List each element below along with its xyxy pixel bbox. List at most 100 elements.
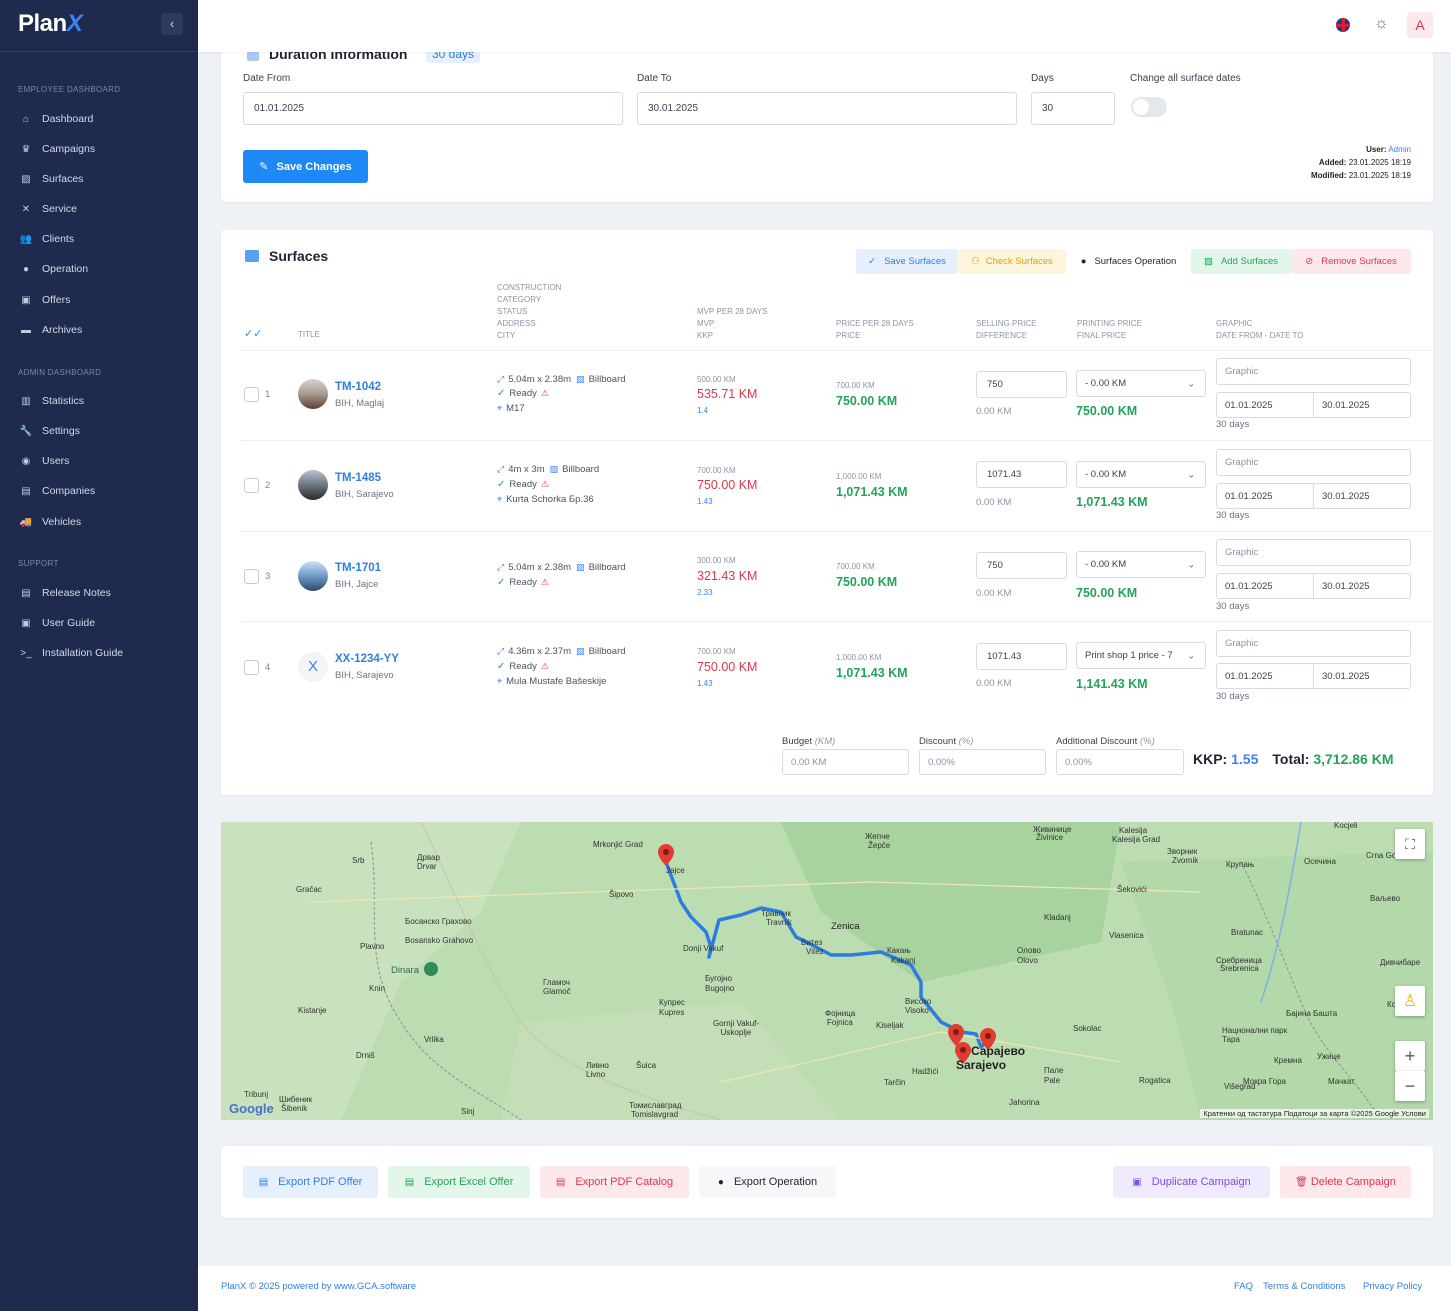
surface-category: Billboard [562, 464, 600, 475]
save-changes-button[interactable]: ✎ Save Changes [243, 150, 368, 183]
discount-input[interactable]: 0.00% [919, 749, 1046, 775]
sun-icon[interactable]: ☼ [1374, 15, 1389, 33]
sidebar-item-offers[interactable]: ▣ Offers [18, 292, 70, 308]
date-from-input[interactable]: 01.01.2025 [243, 92, 623, 125]
topbar: ☼ A [198, 0, 1451, 52]
sidebar-item-dashboard[interactable]: ⌂ Dashboard [18, 111, 93, 127]
delete-campaign-button[interactable]: 🗑 Delete Campaign [1280, 1166, 1411, 1198]
row-date-to-input[interactable]: 30.01.2025 [1313, 573, 1411, 599]
sidebar-item-clients[interactable]: 👥 Clients [18, 231, 74, 247]
save-surfaces-button[interactable]: ✓ Save Surfaces [856, 249, 958, 274]
date-to-input[interactable]: 30.01.2025 [637, 92, 1017, 125]
row-checkbox[interactable] [244, 569, 259, 584]
footer-terms-link[interactable]: Terms & Conditions [1263, 1281, 1345, 1292]
selling-price-input[interactable]: 750 [976, 552, 1067, 579]
sidebar-item-users[interactable]: ◉ Users [18, 453, 70, 469]
sidebar-item-statistics[interactable]: ▥ Statistics [18, 393, 84, 409]
zoom-in-button[interactable]: + [1395, 1041, 1425, 1071]
sidebar-item-archives[interactable]: ▬ Archives [18, 322, 82, 338]
printing-price-select[interactable]: - 0.00 KM ⌄ [1076, 461, 1206, 488]
duplicate-campaign-button[interactable]: ▣ Duplicate Campaign [1113, 1166, 1270, 1198]
status-line: ✓ Ready ⚠ [497, 388, 549, 399]
graphic-input[interactable]: Graphic [1216, 539, 1411, 566]
printing-price-select[interactable]: - 0.00 KM ⌄ [1076, 370, 1206, 397]
graphic-input[interactable]: Graphic [1216, 630, 1411, 657]
surface-id-link[interactable]: TM-1701 [335, 562, 381, 574]
row-date-to-input[interactable]: 30.01.2025 [1313, 663, 1411, 689]
remove-surfaces-button[interactable]: ⊘ Remove Surfaces [1291, 249, 1411, 274]
sidebar-item-installation-guide[interactable]: >_ Installation Guide [18, 645, 123, 661]
export-pdf-offer-button[interactable]: ▤ Export PDF Offer [243, 1166, 378, 1198]
add-surfaces-button[interactable]: ▨ Add Surfaces [1191, 249, 1291, 274]
sidebar-item-user-guide[interactable]: ▣ User Guide [18, 615, 95, 631]
footer-copyright[interactable]: PlanX © 2025 powered by www.GCA.software [221, 1281, 416, 1292]
sidebar-item-operation[interactable]: ● Operation [18, 261, 88, 277]
row-date-from-input[interactable]: 01.01.2025 [1216, 392, 1314, 418]
export-operation-button[interactable]: ● Export Operation [699, 1166, 836, 1198]
fullscreen-button[interactable]: ⛶ [1395, 829, 1425, 859]
additional-discount-input[interactable]: 0.00% [1056, 749, 1184, 775]
sidebar-item-surfaces[interactable]: ▨ Surfaces [18, 171, 83, 187]
totals: KKP: 1.55 Total: 3,712.86 KM [1193, 751, 1394, 767]
check-surfaces-button[interactable]: ⚇ Check Surfaces [958, 249, 1066, 274]
map-label: Vrlika [424, 1035, 444, 1044]
planx-logo[interactable]: PlanX [18, 10, 83, 38]
selling-price-input[interactable]: 1071.43 [976, 461, 1067, 488]
map-label: Donji Vakuf [683, 944, 724, 953]
sidebar-item-vehicles[interactable]: 🚚 Vehicles [18, 514, 81, 530]
footer-privacy-link[interactable]: Privacy Policy [1363, 1281, 1422, 1292]
avatar[interactable]: A [1407, 12, 1433, 38]
row-date-to-input[interactable]: 30.01.2025 [1313, 483, 1411, 509]
row-days: 30 days [1216, 510, 1250, 521]
row-date-to-input[interactable]: 30.01.2025 [1313, 392, 1411, 418]
book-icon: ▣ [21, 617, 31, 629]
header-construction: CONSTRUCTION CATEGORY STATUS ADDRESS CIT… [497, 282, 561, 342]
footer-faq-link[interactable]: FAQ [1234, 1281, 1253, 1292]
surface-id-link[interactable]: XX-1234-YY [335, 653, 399, 665]
sidebar-item-release-notes[interactable]: ▤ Release Notes [18, 585, 111, 601]
row-date-from-input[interactable]: 01.01.2025 [1216, 573, 1314, 599]
graphic-input[interactable]: Graphic [1216, 358, 1411, 385]
street-view-pegman[interactable]: ♙ [1395, 986, 1425, 1016]
route-map[interactable]: Mrkonjić Grad Jajce Šipovo Drvar Дрвар S… [221, 822, 1433, 1120]
zoom-out-button[interactable]: − [1395, 1071, 1425, 1101]
uk-flag-icon[interactable] [1336, 18, 1350, 32]
sidebar-item-campaigns[interactable]: ♛ Campaigns [18, 141, 96, 157]
change-all-toggle[interactable] [1131, 97, 1167, 117]
export-excel-offer-button[interactable]: ▤ Export Excel Offer [388, 1166, 530, 1198]
sidebar-item-label: Offers [42, 294, 71, 306]
mvp28-value: 300.00 KM [697, 556, 736, 565]
collapse-sidebar-button[interactable]: ‹ [161, 13, 183, 35]
header-price-line: PRICE [836, 331, 861, 340]
budget-input[interactable]: 0.00 KM [782, 749, 909, 775]
printing-price-select[interactable]: Print shop 1 price - 7 ⌄ [1076, 642, 1206, 669]
export-pdf-catalog-button[interactable]: ▤ Export PDF Catalog [540, 1166, 689, 1198]
row-date-from-input[interactable]: 01.01.2025 [1216, 483, 1314, 509]
header-printing: PRINTING PRICE FINAL PRICE [1077, 318, 1142, 342]
image-icon: ▨ [576, 646, 585, 656]
printing-price-value: - 0.00 KM [1085, 559, 1127, 570]
selling-price-input[interactable]: 1071.43 [976, 643, 1067, 670]
surface-id-link[interactable]: TM-1485 [335, 472, 381, 484]
plus-icon: + [1404, 1045, 1416, 1066]
row-checkbox[interactable] [244, 660, 259, 675]
printing-price-select[interactable]: - 0.00 KM ⌄ [1076, 551, 1206, 578]
select-all-icon[interactable]: ✓✓ [244, 327, 262, 340]
surface-thumbnail [298, 379, 328, 409]
days-input[interactable]: 30 [1031, 92, 1115, 125]
row-checkbox[interactable] [244, 478, 259, 493]
row-date-from-input[interactable]: 01.01.2025 [1216, 663, 1314, 689]
surface-address: Mula Mustafe Bašeskije [506, 676, 607, 687]
building-icon: ▤ [21, 485, 31, 497]
image-icon: ▨ [576, 374, 585, 384]
selling-price-input[interactable]: 750 [976, 371, 1067, 398]
meta-user-link[interactable]: Admin [1388, 145, 1411, 154]
surfaces-operation-button[interactable]: ● Surfaces Operation [1066, 249, 1191, 274]
row-checkbox[interactable] [244, 387, 259, 402]
sidebar-item-companies[interactable]: ▤ Companies [18, 483, 95, 499]
graphic-input[interactable]: Graphic [1216, 449, 1411, 476]
sidebar-item-settings[interactable]: 🔧 Settings [18, 423, 80, 439]
sidebar-item-service[interactable]: ✕ Service [18, 201, 77, 217]
price-value: 1,071.43 KM [836, 666, 908, 680]
surface-id-link[interactable]: TM-1042 [335, 381, 381, 393]
